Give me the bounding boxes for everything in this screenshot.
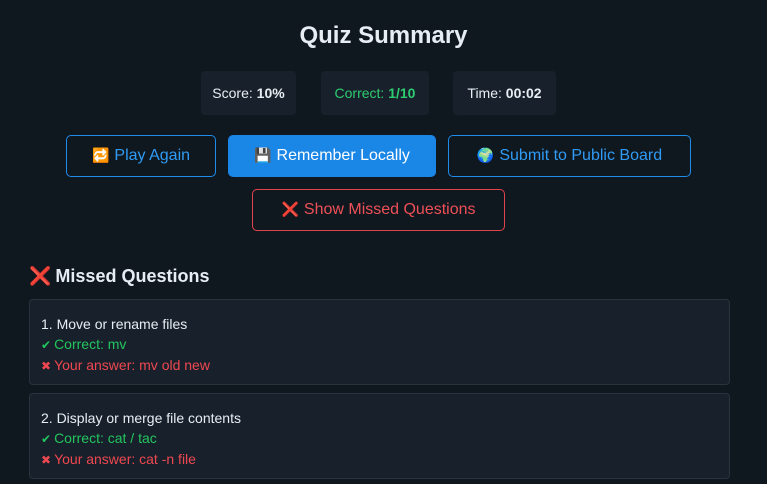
remember-locally-label: Remember Locally bbox=[276, 147, 410, 164]
score-label: Score: bbox=[212, 85, 253, 101]
cross-mark-icon: ❌ bbox=[281, 202, 299, 218]
show-missed-questions-label: Show Missed Questions bbox=[303, 201, 476, 218]
score-stat: Score: 10% bbox=[201, 71, 296, 115]
correct-answer-text: Correct: cat / tac bbox=[54, 430, 157, 446]
submit-public-board-button[interactable]: 🌍 Submit to Public Board bbox=[448, 135, 691, 177]
question-text: 2. Display or merge file contents bbox=[41, 410, 241, 426]
globe-icon: 🌍 bbox=[476, 148, 495, 164]
cross-mark-icon: ❌ bbox=[29, 266, 52, 287]
score-value: 10% bbox=[256, 85, 285, 101]
play-again-button[interactable]: 🔁 Play Again bbox=[66, 135, 216, 177]
check-icon: ✔ bbox=[41, 432, 52, 446]
missed-questions-title: Missed Questions bbox=[55, 266, 210, 286]
correct-answer-text: Correct: mv bbox=[54, 336, 127, 352]
check-icon: ✔ bbox=[41, 338, 52, 352]
play-again-label: Play Again bbox=[114, 147, 191, 164]
stats-bar: Score: 10% Correct: 1/10 Time: 00:02 bbox=[0, 71, 767, 115]
missed-question-card: 1. Move or rename files ✔ Correct: mv ✖ Yo… bbox=[29, 299, 730, 385]
correct-answer: ✔ Correct: mv bbox=[41, 334, 718, 355]
submit-public-board-label: Submit to Public Board bbox=[499, 147, 663, 164]
your-answer-text: Your answer: mv old new bbox=[54, 357, 210, 373]
remember-locally-button[interactable]: 💾 Remember Locally bbox=[228, 135, 436, 177]
floppy-disk-icon: 💾 bbox=[254, 148, 272, 164]
missed-question-card: 2. Display or merge file contents ✔ Corre… bbox=[29, 393, 730, 479]
time-stat: Time: 00:02 bbox=[453, 71, 556, 115]
your-answer: ✖ Your answer: mv old new bbox=[41, 355, 718, 376]
your-answer: ✖ Your answer: cat -n file bbox=[41, 449, 718, 470]
page-title: Quiz Summary bbox=[299, 22, 468, 49]
correct-value: 1/10 bbox=[388, 85, 416, 101]
time-value: 00:02 bbox=[505, 85, 542, 101]
cross-icon: ✖ bbox=[41, 453, 52, 467]
missed-questions-heading: ❌ Missed Questions bbox=[29, 266, 209, 287]
correct-stat: Correct: 1/10 bbox=[321, 71, 429, 115]
correct-answer: ✔ Correct: cat / tac bbox=[41, 428, 718, 449]
your-answer-text: Your answer: cat -n file bbox=[54, 451, 196, 467]
correct-label: Correct: bbox=[334, 85, 385, 101]
repeat-icon: 🔁 bbox=[91, 148, 110, 164]
question-text: 1. Move or rename files bbox=[41, 316, 188, 332]
time-label: Time: bbox=[467, 85, 502, 101]
cross-icon: ✖ bbox=[41, 359, 52, 373]
quiz-summary-page: Quiz Summary Score: 10% Correct: 1/10 Ti… bbox=[0, 0, 767, 484]
show-missed-questions-button[interactable]: ❌ Show Missed Questions bbox=[252, 189, 505, 231]
